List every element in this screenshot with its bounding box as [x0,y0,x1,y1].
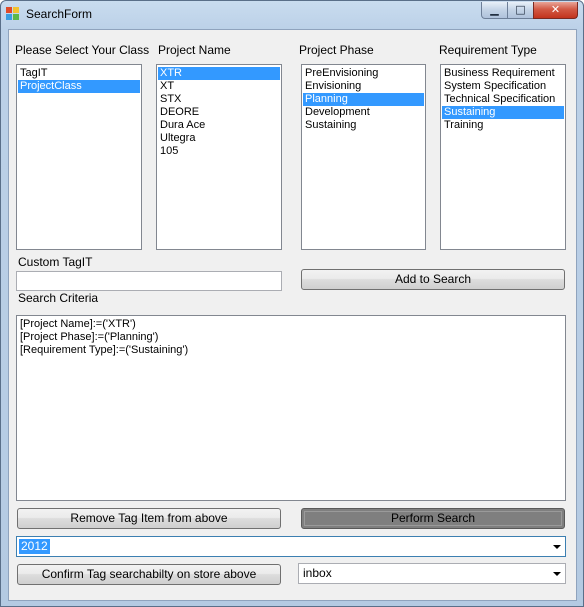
store-combobox[interactable]: inbox [298,563,566,584]
remove-tag-button[interactable]: Remove Tag Item from above [17,508,281,529]
search-criteria-label: Search Criteria [18,291,99,305]
window-title: SearchForm [26,7,93,21]
app-icon-tile-blue [6,14,12,20]
list-item[interactable]: Envisioning [303,80,424,93]
requirement-type-listbox[interactable]: Business Requirement System Specification… [440,64,566,250]
list-item[interactable]: PreEnvisioning [303,67,424,80]
custom-tag-input[interactable] [16,271,282,291]
perform-search-label: Perform Search [304,511,562,526]
requirement-type-label: Requirement Type [439,43,537,57]
perform-search-button[interactable]: Perform Search [301,508,565,529]
criteria-line: [Project Phase]:=('Planning') [20,331,159,343]
list-item[interactable]: TagIT [18,67,140,80]
class-listbox[interactable]: TagIT ProjectClass [16,64,142,250]
project-phase-listbox[interactable]: PreEnvisioning Envisioning Planning Develop… [301,64,426,250]
project-phase-label: Project Phase [299,43,374,57]
chevron-down-icon[interactable] [553,545,561,549]
list-item[interactable]: Sustaining [303,119,424,132]
list-item[interactable]: System Specification [442,80,564,93]
list-item[interactable]: 105 [158,145,280,158]
maximize-icon: □ [515,3,526,16]
add-to-search-button[interactable]: Add to Search [301,269,565,290]
search-criteria-textarea[interactable]: [Project Name]:=('XTR') [Project Phase]:=… [16,315,566,501]
list-item[interactable]: Development [303,106,424,119]
list-item[interactable]: Technical Specification [442,93,564,106]
list-item[interactable]: Planning [303,93,424,106]
criteria-line: [Requirement Type]:=('Sustaining') [20,344,189,356]
chevron-down-icon[interactable] [553,572,561,576]
custom-tag-label: Custom TagIT [18,255,93,269]
form-client-area: Please Select Your Class Project Name Pr… [8,29,577,601]
title-bar[interactable]: SearchForm ▁ □ ✕ [1,1,583,29]
search-form-window: SearchForm ▁ □ ✕ Please Select Your Clas… [0,0,584,607]
app-icon-tile-green [13,14,19,20]
confirm-tag-button[interactable]: Confirm Tag searchabilty on store above [17,564,281,585]
list-item[interactable]: XTR [158,67,280,80]
list-item[interactable]: Business Requirement [442,67,564,80]
project-name-label: Project Name [158,43,231,57]
app-icon-tile-yellow [13,7,19,13]
close-icon: ✕ [550,3,561,16]
criteria-line: [Project Name]:=('XTR') [20,318,136,330]
list-item[interactable]: ProjectClass [18,80,140,93]
app-icon-tile-red [6,7,12,13]
minimize-button[interactable]: ▁ [481,2,508,19]
list-item[interactable]: DEORE [158,106,280,119]
list-item[interactable]: XT [158,80,280,93]
maximize-button[interactable]: □ [507,2,534,19]
list-item[interactable]: Dura Ace [158,119,280,132]
store-combobox-value: inbox [303,566,332,580]
close-button[interactable]: ✕ [533,2,578,19]
minimize-icon: ▁ [490,3,499,16]
app-icon [6,7,20,21]
list-item[interactable]: Training [442,119,564,132]
list-item[interactable]: Ultegra [158,132,280,145]
project-name-listbox[interactable]: XTR XT STX DEORE Dura Ace Ultegra 105 [156,64,282,250]
list-item[interactable]: Sustaining [442,106,564,119]
year-combobox[interactable]: 2012 [16,536,566,557]
class-label: Please Select Your Class [15,43,150,57]
year-combobox-value: 2012 [19,539,50,554]
list-item[interactable]: STX [158,93,280,106]
